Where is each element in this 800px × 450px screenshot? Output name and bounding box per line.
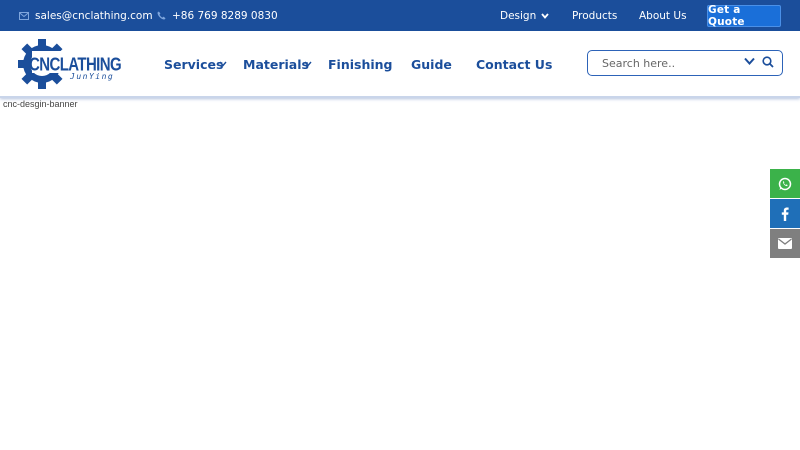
logo-subtitle: JunYing <box>70 72 115 81</box>
phone-link[interactable]: +86 769 8289 0830 <box>157 0 278 31</box>
nav-finishing-label: Finishing <box>328 56 393 72</box>
site-logo[interactable]: CNCLATHING JunYing <box>17 37 124 91</box>
email-icon <box>778 238 792 249</box>
topnav-about[interactable]: About Us <box>639 0 687 31</box>
search-box <box>587 50 783 76</box>
nav-materials-label: Materials <box>243 56 309 72</box>
search-input[interactable] <box>602 55 732 71</box>
top-bar: sales@cnclathing.com +86 769 8289 0830 D… <box>0 0 800 31</box>
nav-finishing[interactable]: Finishing <box>328 31 392 97</box>
email-link[interactable]: sales@cnclathing.com <box>19 0 153 31</box>
phone-icon <box>157 11 166 20</box>
services-chevron-down-icon[interactable] <box>219 31 227 97</box>
banner-image-alt: cnc-desgin-banner <box>3 99 78 109</box>
nav-guide-label: Guide <box>411 56 452 72</box>
whatsapp-share-button[interactable] <box>770 169 800 198</box>
get-a-quote-label: Get a Quote <box>708 4 745 28</box>
topnav-about-label: About Us <box>639 9 687 22</box>
nav-contact-us-label: Contact Us <box>476 56 553 72</box>
nav-contact-us[interactable]: Contact Us <box>476 31 552 97</box>
topnav-products-label: Products <box>572 9 618 22</box>
get-a-quote-button[interactable]: Get a Quote <box>707 4 781 28</box>
phone-text: +86 769 8289 0830 <box>172 9 278 22</box>
whatsapp-icon <box>778 177 792 191</box>
topnav-design[interactable]: Design <box>500 0 549 31</box>
email-share-button[interactable] <box>770 229 800 258</box>
nav-services-label: Services <box>164 56 224 72</box>
email-text: sales@cnclathing.com <box>35 9 153 22</box>
search-chevron-down-icon[interactable] <box>744 57 755 66</box>
nav-materials[interactable]: Materials <box>243 31 309 97</box>
topnav-design-label: Design <box>500 9 537 22</box>
topnav-products[interactable]: Products <box>572 0 617 31</box>
chevron-down-icon <box>541 12 549 19</box>
nav-services[interactable]: Services <box>164 31 223 97</box>
header-divider <box>0 96 800 98</box>
materials-chevron-down-icon[interactable] <box>304 31 312 97</box>
search-icon[interactable] <box>762 56 774 68</box>
nav-guide[interactable]: Guide <box>411 31 452 97</box>
mail-icon <box>19 11 29 20</box>
facebook-icon <box>781 207 789 221</box>
facebook-share-button[interactable] <box>770 199 800 228</box>
